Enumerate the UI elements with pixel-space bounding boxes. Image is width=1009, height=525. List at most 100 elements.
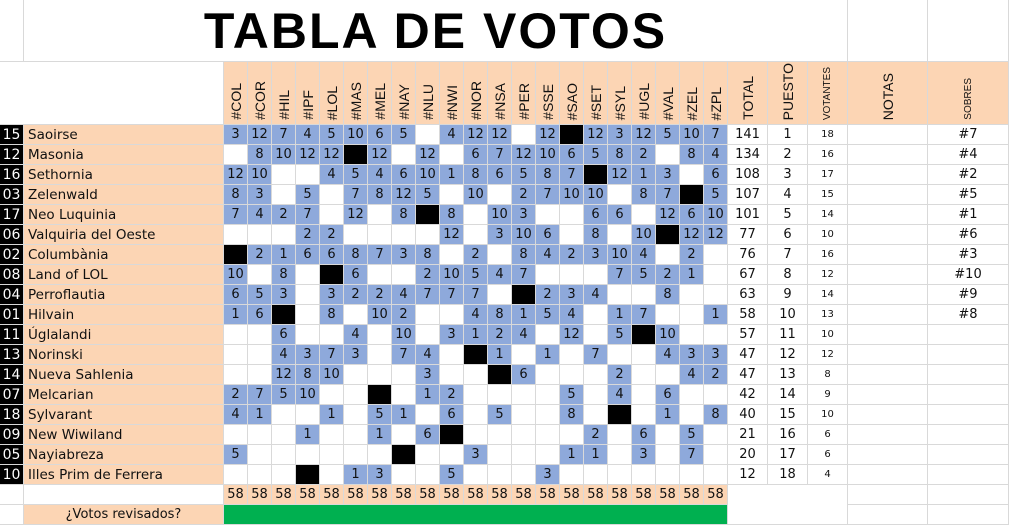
vote-cell[interactable]: 7 (392, 345, 416, 365)
vote-cell[interactable]: 3 (560, 285, 584, 305)
vote-cell-empty[interactable] (704, 465, 728, 485)
rank[interactable]: 12 (768, 345, 808, 365)
vote-cell[interactable]: 1 (632, 165, 656, 185)
vote-cell-empty[interactable] (272, 425, 296, 445)
notes-cell[interactable] (848, 465, 928, 485)
vote-cell[interactable]: 10 (416, 165, 440, 185)
column-header-notas[interactable]: NOTAS (848, 62, 928, 125)
vote-cell-empty[interactable] (536, 445, 560, 465)
row-number[interactable]: 02 (0, 245, 24, 265)
country-name[interactable]: Melcarian (24, 385, 224, 405)
vote-cell-empty[interactable] (704, 445, 728, 465)
notes-cell[interactable] (848, 165, 928, 185)
vote-cell[interactable]: 4 (608, 385, 632, 405)
vote-cell[interactable]: 7 (608, 265, 632, 285)
vote-cell[interactable]: 3 (272, 285, 296, 305)
vote-cell[interactable]: 7 (464, 285, 488, 305)
self-vote-cell[interactable] (344, 145, 368, 165)
rank[interactable]: 18 (768, 465, 808, 485)
total-points[interactable]: 47 (728, 345, 768, 365)
vote-cell[interactable]: 2 (440, 385, 464, 405)
vote-cell[interactable]: 2 (224, 385, 248, 405)
column-total[interactable]: 58 (320, 485, 344, 505)
column-header-mel[interactable]: #MEL (368, 62, 392, 125)
vote-cell-empty[interactable] (272, 445, 296, 465)
vote-cell[interactable]: 2 (536, 285, 560, 305)
vote-cell-empty[interactable] (536, 365, 560, 385)
notes-cell[interactable] (848, 265, 928, 285)
vote-cell[interactable]: 6 (440, 405, 464, 425)
vote-cell[interactable]: 6 (320, 245, 344, 265)
vote-cell-empty[interactable] (392, 265, 416, 285)
vote-cell[interactable]: 6 (296, 245, 320, 265)
vote-cell-empty[interactable] (680, 285, 704, 305)
vote-cell[interactable]: 5 (296, 185, 320, 205)
vote-cell-empty[interactable] (224, 145, 248, 165)
row-number[interactable]: 12 (0, 145, 24, 165)
vote-cell-empty[interactable] (248, 345, 272, 365)
vote-cell[interactable]: 12 (680, 225, 704, 245)
vote-cell-empty[interactable] (464, 465, 488, 485)
vote-cell[interactable]: 12 (656, 205, 680, 225)
vote-cell[interactable]: 5 (416, 185, 440, 205)
vote-cell-empty[interactable] (488, 445, 512, 465)
vote-cell-empty[interactable] (584, 465, 608, 485)
vote-cell[interactable]: 10 (680, 125, 704, 145)
vote-cell[interactable]: 6 (344, 265, 368, 285)
vote-cell[interactable]: 12 (560, 325, 584, 345)
vote-cell-empty[interactable] (392, 385, 416, 405)
country-name[interactable]: Zelenwald (24, 185, 224, 205)
vote-cell[interactable]: 1 (344, 465, 368, 485)
rank[interactable]: 5 (768, 205, 808, 225)
voter-count[interactable]: 6 (808, 445, 848, 465)
vote-cell-empty[interactable] (224, 465, 248, 485)
row-number[interactable]: 08 (0, 265, 24, 285)
vote-cell[interactable]: 5 (368, 405, 392, 425)
vote-cell-empty[interactable] (656, 145, 680, 165)
voter-count[interactable]: 16 (808, 245, 848, 265)
vote-cell[interactable]: 1 (464, 325, 488, 345)
vote-cell-empty[interactable] (536, 425, 560, 445)
vote-cell[interactable]: 10 (368, 305, 392, 325)
vote-cell[interactable]: 4 (488, 265, 512, 285)
vote-cell[interactable]: 8 (368, 185, 392, 205)
vote-cell-empty[interactable] (416, 325, 440, 345)
vote-cell[interactable]: 3 (320, 285, 344, 305)
envelope-cell[interactable]: #8 (928, 305, 1009, 325)
vote-cell-empty[interactable] (560, 265, 584, 285)
vote-cell-empty[interactable] (512, 465, 536, 485)
vote-cell[interactable]: 3 (368, 465, 392, 485)
envelope-cell[interactable]: #1 (928, 205, 1009, 225)
vote-cell[interactable]: 3 (584, 245, 608, 265)
voter-count[interactable]: 10 (808, 405, 848, 425)
voter-count[interactable]: 12 (808, 265, 848, 285)
voter-count[interactable]: 9 (808, 385, 848, 405)
empty-cell[interactable] (848, 0, 928, 62)
vote-cell[interactable]: 2 (488, 325, 512, 345)
vote-cell[interactable]: 5 (608, 325, 632, 345)
envelope-cell[interactable]: #6 (928, 225, 1009, 245)
vote-cell-empty[interactable] (464, 205, 488, 225)
column-header-lol[interactable]: #LOL (320, 62, 344, 125)
notes-cell[interactable] (848, 305, 928, 325)
vote-cell[interactable]: 8 (392, 205, 416, 225)
vote-cell-empty[interactable] (632, 285, 656, 305)
column-header-nor[interactable]: #NOR (464, 62, 488, 125)
notes-cell[interactable] (848, 365, 928, 385)
column-header-nlu[interactable]: #NLU (416, 62, 440, 125)
self-vote-cell[interactable] (584, 165, 608, 185)
vote-cell[interactable]: 10 (344, 125, 368, 145)
vote-cell[interactable]: 8 (536, 165, 560, 185)
column-header-sse[interactable]: #SSE (536, 62, 560, 125)
vote-cell[interactable]: 6 (368, 125, 392, 145)
vote-cell-empty[interactable] (272, 225, 296, 245)
country-name[interactable]: Úglalandi (24, 325, 224, 345)
column-header-set[interactable]: #SET (584, 62, 608, 125)
vote-cell[interactable]: 2 (416, 265, 440, 285)
vote-cell[interactable]: 2 (632, 145, 656, 165)
vote-cell-empty[interactable] (632, 405, 656, 425)
vote-cell[interactable]: 5 (560, 385, 584, 405)
vote-cell-empty[interactable] (656, 465, 680, 485)
vote-cell[interactable]: 1 (488, 345, 512, 365)
vote-cell[interactable]: 5 (272, 385, 296, 405)
